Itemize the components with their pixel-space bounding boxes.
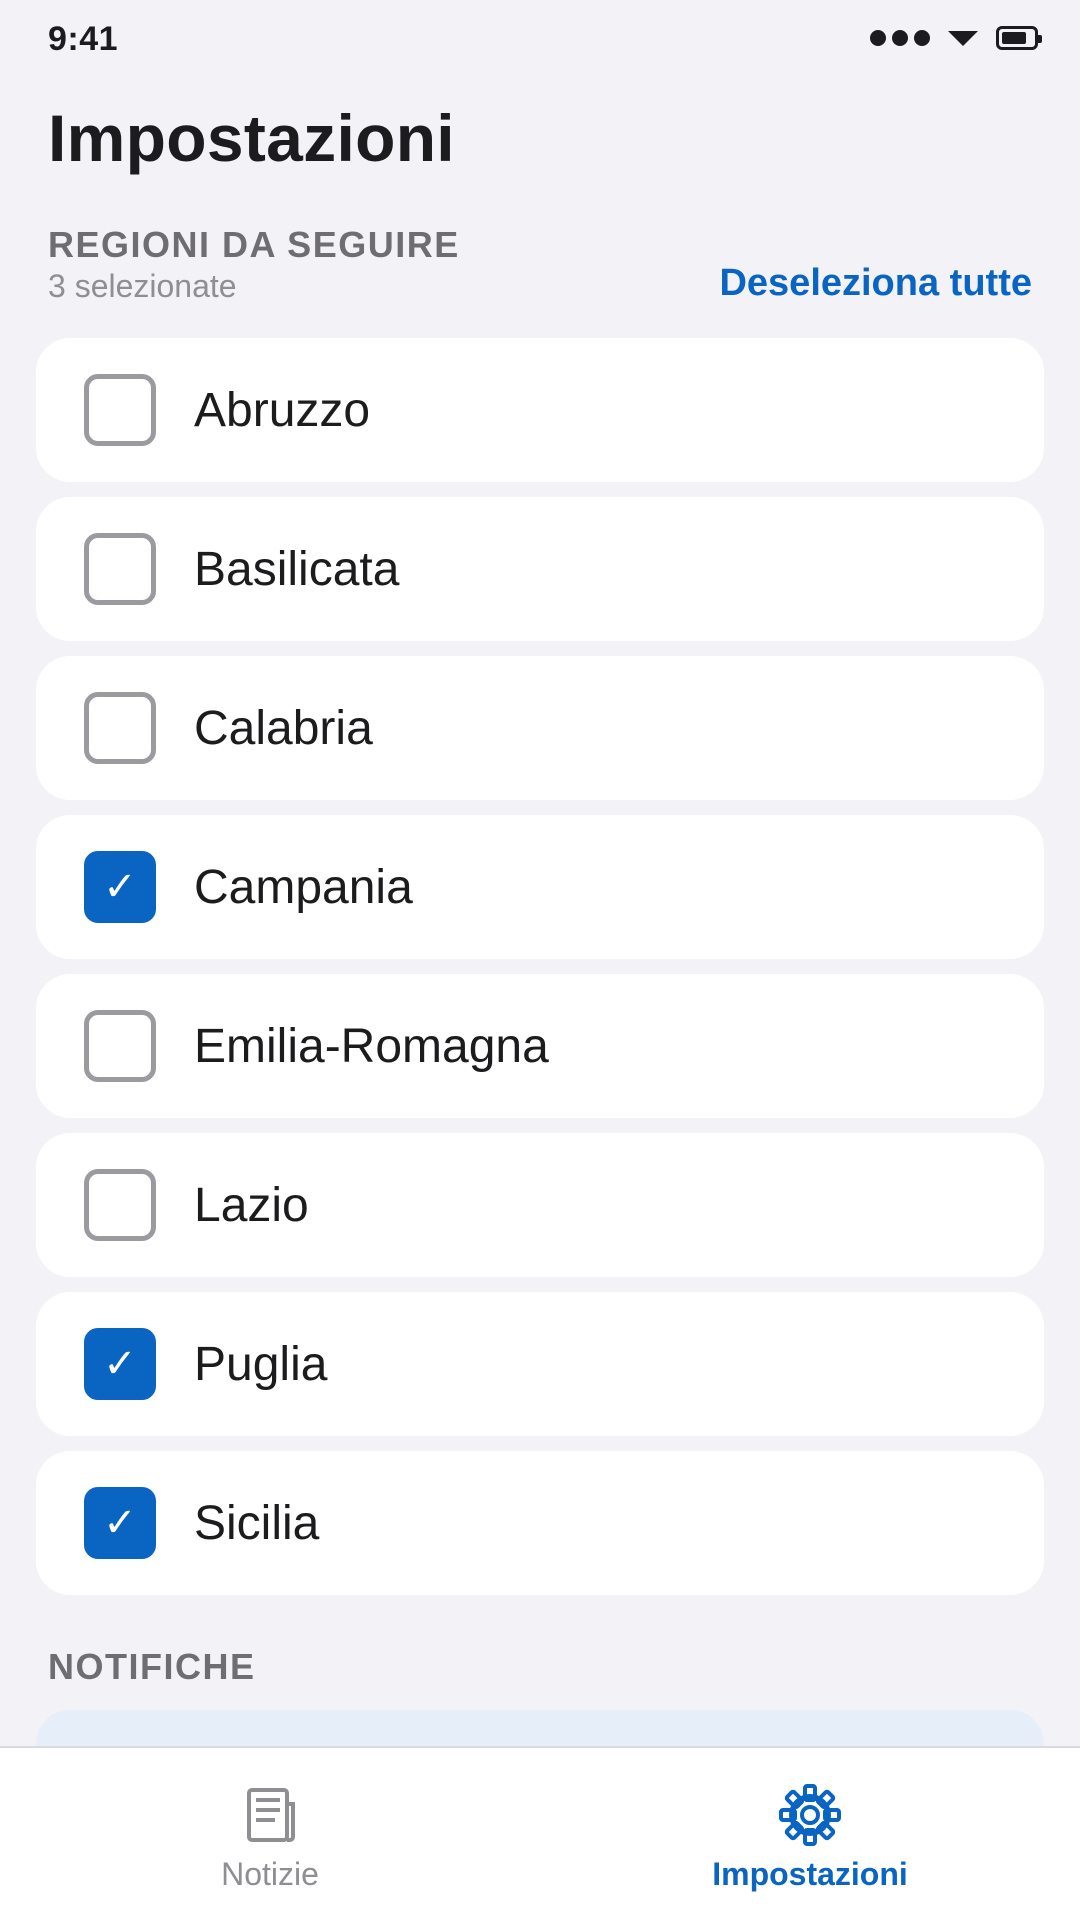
region-item-abruzzo[interactable]: Abruzzo (36, 338, 1044, 482)
region-label: Abruzzo (194, 383, 371, 437)
checkmark-icon: ✓ (103, 1341, 137, 1387)
region-label: Puglia (194, 1337, 328, 1391)
battery-icon (996, 26, 1042, 50)
region-label: Campania (194, 860, 413, 914)
selected-count: 3 selezionate (48, 268, 237, 304)
region-label: Sicilia (194, 1496, 320, 1550)
gear-icon (779, 1784, 841, 1846)
notifications-section-header: NOTIFICHE (48, 1646, 256, 1687)
region-item-emilia-romagna[interactable]: Emilia-Romagna (36, 974, 1044, 1118)
region-item-sicilia[interactable]: ✓ Sicilia (36, 1451, 1044, 1595)
tab-impostazioni[interactable]: Impostazioni (540, 1748, 1080, 1922)
checkbox[interactable] (84, 374, 156, 446)
tab-label: Impostazioni (712, 1856, 908, 1892)
deselect-all-button[interactable]: Deseleziona tutte (719, 262, 1032, 305)
checkbox[interactable] (84, 1169, 156, 1241)
status-time: 9:41 (48, 20, 119, 58)
checkbox[interactable] (84, 692, 156, 764)
signal-dots-icon (870, 30, 930, 46)
region-label: Calabria (194, 701, 373, 755)
status-icons (870, 26, 1042, 50)
checkbox[interactable]: ✓ (84, 1487, 156, 1559)
checkmark-icon: ✓ (103, 864, 137, 910)
region-item-puglia[interactable]: ✓ Puglia (36, 1292, 1044, 1436)
tab-label: Notizie (221, 1856, 319, 1892)
region-item-lazio[interactable]: Lazio (36, 1133, 1044, 1277)
region-label: Lazio (194, 1178, 309, 1232)
status-bar: 9:41 (0, 0, 1080, 84)
region-item-campania[interactable]: ✓ Campania (36, 815, 1044, 959)
region-label: Emilia-Romagna (194, 1019, 549, 1073)
region-item-basilicata[interactable]: Basilicata (36, 497, 1044, 641)
checkmark-icon: ✓ (103, 1500, 137, 1546)
region-list: Abruzzo Basilicata Calabria ✓ Campania E… (36, 338, 1044, 1610)
region-item-calabria[interactable]: Calabria (36, 656, 1044, 800)
newspaper-icon (247, 1788, 295, 1842)
checkbox[interactable]: ✓ (84, 851, 156, 923)
page-title: Impostazioni (48, 101, 455, 175)
checkbox[interactable]: ✓ (84, 1328, 156, 1400)
region-label: Basilicata (194, 542, 400, 596)
checkbox[interactable] (84, 1010, 156, 1082)
checkbox[interactable] (84, 533, 156, 605)
tab-bar: Notizie Impostazioni (0, 1746, 1080, 1922)
wifi-icon (948, 30, 978, 46)
regions-section-header: REGIONI DA SEGUIRE (48, 224, 460, 265)
tab-notizie[interactable]: Notizie (0, 1748, 540, 1922)
